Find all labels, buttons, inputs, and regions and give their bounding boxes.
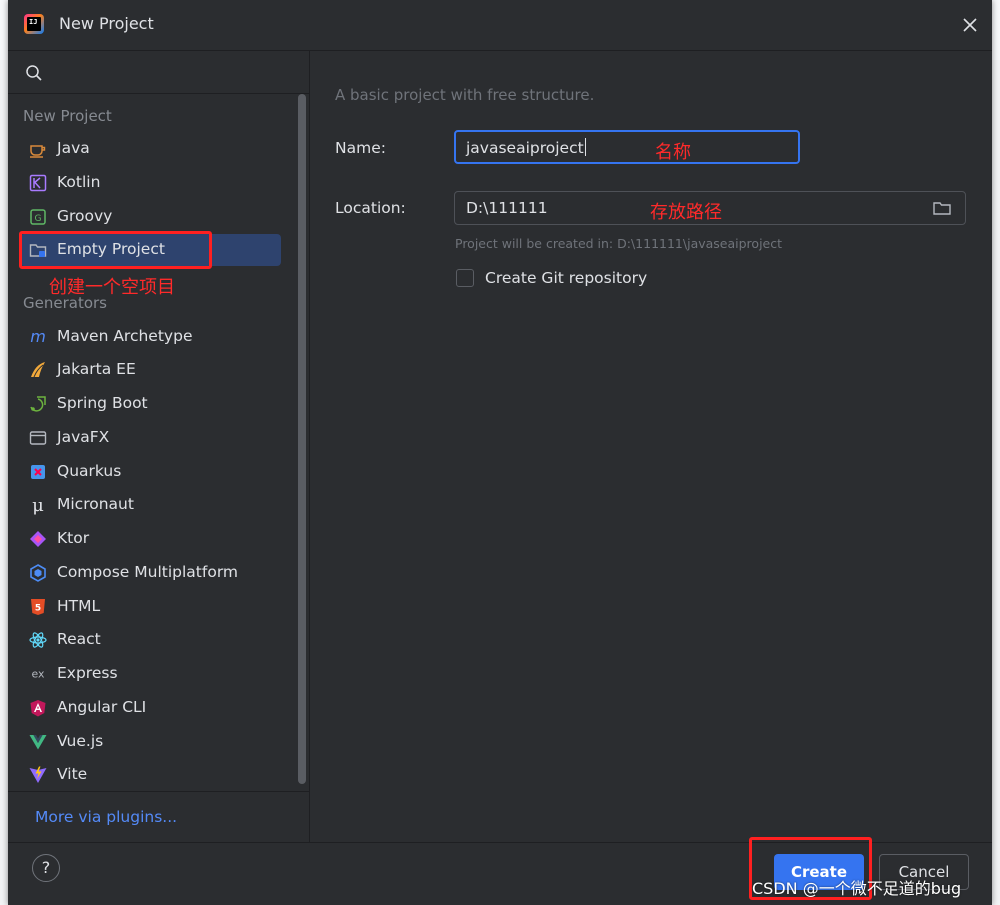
create-git-checkbox[interactable] bbox=[456, 269, 474, 287]
close-button[interactable] bbox=[958, 13, 982, 37]
svg-text:ex: ex bbox=[32, 668, 46, 681]
sidebar-item-kotlin[interactable]: Kotlin bbox=[20, 167, 281, 199]
group-title-new-project: New Project bbox=[23, 107, 112, 125]
sidebar-item-express[interactable]: ex Express bbox=[20, 658, 281, 690]
angular-icon bbox=[28, 698, 48, 718]
vue-icon bbox=[28, 732, 48, 752]
sidebar-item-jakarta-ee[interactable]: Jakarta EE bbox=[20, 354, 281, 386]
title-bar: IJ New Project bbox=[8, 0, 992, 51]
sidebar-item-label: HTML bbox=[57, 597, 101, 615]
name-label: Name: bbox=[335, 139, 386, 157]
sidebar-item-micronaut[interactable]: μ Micronaut bbox=[20, 489, 281, 521]
more-via-plugins-link[interactable]: More via plugins... bbox=[35, 808, 177, 826]
search-input[interactable] bbox=[8, 51, 309, 94]
sidebar-item-label: Vite bbox=[57, 765, 88, 783]
sidebar-item-label: React bbox=[57, 630, 101, 648]
close-icon bbox=[963, 18, 977, 32]
sidebar-item-quarkus[interactable]: Quarkus bbox=[20, 456, 281, 488]
sidebar-item-vite[interactable]: Vite bbox=[20, 759, 281, 791]
search-icon bbox=[26, 65, 42, 81]
folder-icon[interactable] bbox=[932, 198, 952, 218]
groovy-icon: G bbox=[28, 207, 48, 227]
annotation-location: 存放路径 bbox=[650, 202, 722, 223]
name-value: javaseaiproject bbox=[466, 139, 584, 157]
javafx-icon bbox=[28, 428, 48, 448]
sidebar-item-react[interactable]: React bbox=[20, 624, 281, 656]
svg-text:μ: μ bbox=[32, 495, 44, 515]
quarkus-icon bbox=[28, 462, 48, 482]
compose-icon bbox=[28, 563, 48, 583]
sidebar-item-maven-archetype[interactable]: m Maven Archetype bbox=[20, 321, 281, 353]
express-icon: ex bbox=[28, 664, 48, 684]
sidebar-item-label: Ktor bbox=[57, 529, 90, 547]
sidebar-item-label: Compose Multiplatform bbox=[57, 563, 239, 581]
help-button[interactable]: ? bbox=[32, 854, 60, 882]
sidebar-item-html[interactable]: 5 HTML bbox=[20, 591, 281, 623]
sidebar-item-label: Jakarta EE bbox=[57, 360, 136, 378]
project-settings-panel: A basic project with free structure. Nam… bbox=[310, 51, 992, 842]
annotation-name: 名称 bbox=[655, 142, 691, 163]
sidebar-item-label: Angular CLI bbox=[57, 698, 147, 716]
sidebar-item-angular-cli[interactable]: Angular CLI bbox=[20, 692, 281, 724]
csdn-watermark: CSDN @一个微不足道的bug bbox=[752, 879, 962, 898]
sidebar-divider bbox=[8, 791, 309, 792]
project-type-sidebar: New Project Java Kotlin G Groovy Empty P… bbox=[8, 51, 310, 842]
maven-icon: m bbox=[28, 327, 48, 347]
window-title: New Project bbox=[59, 14, 154, 33]
sidebar-item-label: Spring Boot bbox=[57, 394, 148, 412]
micronaut-icon: μ bbox=[28, 495, 48, 515]
sidebar-scrollbar[interactable] bbox=[298, 94, 306, 784]
sidebar-item-label: Quarkus bbox=[57, 462, 122, 480]
sidebar-item-groovy[interactable]: G Groovy bbox=[20, 201, 281, 233]
location-value: D:\111111 bbox=[466, 199, 548, 217]
sidebar-item-label: JavaFX bbox=[57, 428, 110, 446]
annotation-box-empty-project bbox=[19, 231, 212, 269]
kotlin-icon bbox=[28, 173, 48, 193]
sidebar-item-label: Maven Archetype bbox=[57, 327, 193, 345]
sidebar-item-label: Java bbox=[57, 139, 90, 157]
svg-text:m: m bbox=[30, 327, 46, 346]
sidebar-item-vue[interactable]: Vue.js bbox=[20, 726, 281, 758]
sidebar-item-label: Vue.js bbox=[57, 732, 104, 750]
sidebar-item-label: Kotlin bbox=[57, 173, 101, 191]
sidebar-item-java[interactable]: Java bbox=[20, 133, 281, 165]
jakarta-ee-icon bbox=[28, 360, 48, 380]
sidebar-item-ktor[interactable]: Ktor bbox=[20, 523, 281, 555]
sidebar-item-label: Express bbox=[57, 664, 118, 682]
intellij-icon: IJ bbox=[24, 14, 44, 34]
vite-icon bbox=[28, 765, 48, 785]
java-icon bbox=[28, 139, 48, 159]
html5-icon: 5 bbox=[28, 597, 48, 617]
sidebar-item-label: Micronaut bbox=[57, 495, 134, 513]
annotation-empty-project: 创建一个空项目 bbox=[49, 277, 175, 298]
create-git-label[interactable]: Create Git repository bbox=[485, 269, 647, 287]
project-description: A basic project with free structure. bbox=[335, 86, 595, 104]
ktor-icon bbox=[28, 529, 48, 549]
spring-boot-icon bbox=[28, 394, 48, 414]
svg-text:5: 5 bbox=[35, 604, 41, 614]
name-input[interactable]: javaseaiproject bbox=[454, 130, 800, 164]
sidebar-item-javafx[interactable]: JavaFX bbox=[20, 422, 281, 454]
new-project-dialog: IJ New Project New Project Java Kotlin G… bbox=[8, 0, 992, 905]
location-label: Location: bbox=[335, 199, 406, 217]
sidebar-item-spring-boot[interactable]: Spring Boot bbox=[20, 388, 281, 420]
react-icon bbox=[28, 630, 48, 650]
text-caret bbox=[584, 138, 586, 156]
svg-text:G: G bbox=[35, 214, 42, 224]
location-hint: Project will be created in: D:\111111\ja… bbox=[455, 236, 783, 251]
sidebar-item-compose-multiplatform[interactable]: Compose Multiplatform bbox=[20, 557, 281, 589]
sidebar-item-label: Groovy bbox=[57, 207, 113, 225]
